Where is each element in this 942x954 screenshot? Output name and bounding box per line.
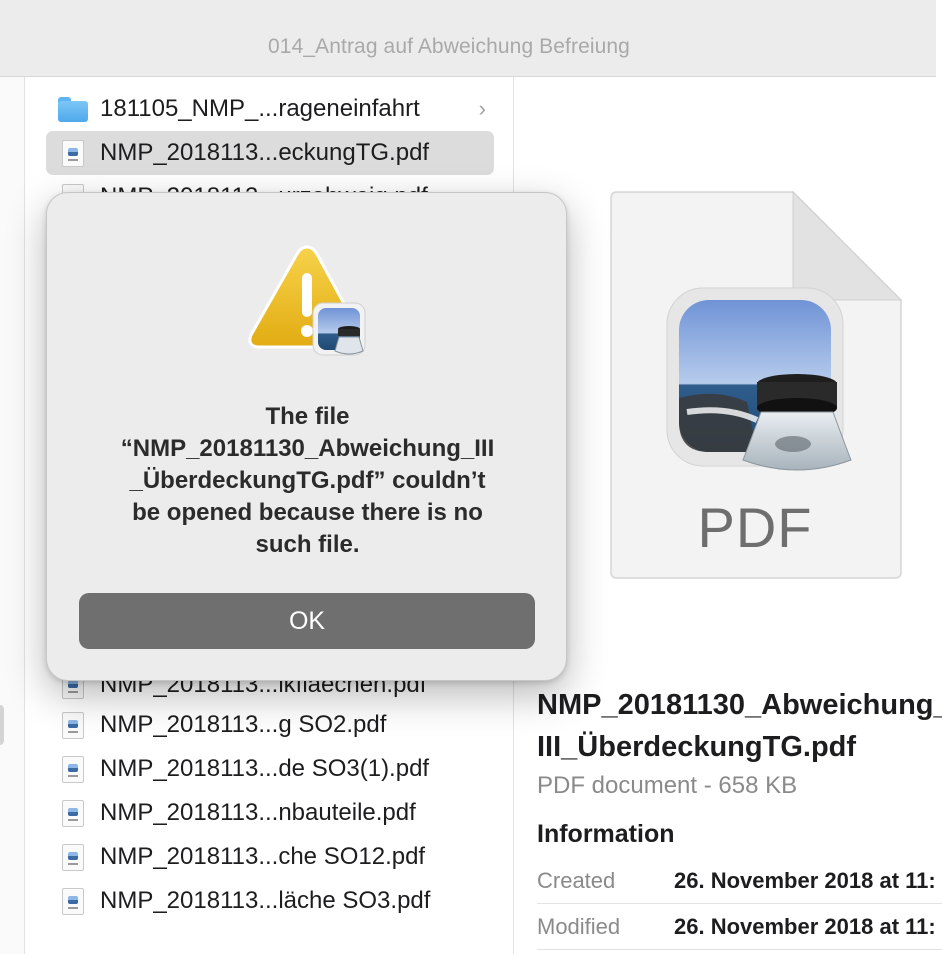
alert-message: The file “NMP_20181130_Abweichung_III _Ü… <box>77 401 538 561</box>
file-name: NMP_2018113...nbauteile.pdf <box>100 799 416 826</box>
file-name: NMP_2018113...eckungTG.pdf <box>100 139 430 166</box>
pdf-document-icon <box>46 835 100 879</box>
pdf-document-icon <box>46 747 100 791</box>
file-row[interactable]: NMP_2018113...che SO12.pdf <box>46 835 494 879</box>
file-row[interactable]: NMP_2018113...läche SO3.pdf <box>46 879 494 923</box>
alert-message-line: The file <box>265 403 350 430</box>
file-name: NMP_2018113...läche SO3.pdf <box>100 887 431 914</box>
file-row-selected[interactable]: NMP_2018113...eckungTG.pdf <box>46 131 494 175</box>
pdf-document-icon <box>46 703 100 747</box>
file-row[interactable]: NMP_2018113...nbauteile.pdf <box>46 791 494 835</box>
preview-filename-line2: III_ÜberdeckungTG.pdf <box>537 731 857 763</box>
error-alert-dialog: The file “NMP_20181130_Abweichung_III _Ü… <box>46 192 567 681</box>
info-divider <box>537 949 942 950</box>
file-name: NMP_2018113...che SO12.pdf <box>100 843 426 870</box>
pdf-document-icon <box>46 791 100 835</box>
info-value: 26. November 2018 at 11: <box>674 868 936 893</box>
chevron-right-icon: › <box>478 96 486 121</box>
window-title: 014_Antrag auf Abweichung Befreiung <box>268 35 630 58</box>
folder-icon <box>46 87 100 131</box>
alert-message-line: be opened because there is no <box>132 499 483 526</box>
caution-icon <box>247 243 369 361</box>
file-name: NMP_2018113...g SO2.pdf <box>100 711 387 738</box>
pdf-icon-label: PDF <box>697 496 813 559</box>
previous-column[interactable] <box>0 77 25 954</box>
file-row[interactable]: NMP_2018113...de SO3(1).pdf <box>46 747 494 791</box>
alert-message-line: “NMP_20181130_Abweichung_III <box>120 435 495 462</box>
preview-filename-line1: NMP_20181130_Abweichung_ <box>537 689 942 721</box>
pdf-document-icon <box>46 131 100 175</box>
alert-message-line: _ÜberdeckungTG.pdf” couldn’t <box>129 467 486 494</box>
alert-message-line: such file. <box>255 531 360 558</box>
file-name: NMP_2018113...urzahweig.pdf <box>100 175 428 193</box>
info-row-created: Created 26. November 2018 at 11: <box>537 858 942 904</box>
file-name: NMP_2018113...de SO3(1).pdf <box>100 755 430 782</box>
window-titlebar: 014_Antrag auf Abweichung Befreiung <box>0 0 942 77</box>
preview-filename: NMP_20181130_Abweichung_ III_Überdeckung… <box>537 684 942 768</box>
info-value: 26. November 2018 at 11: <box>674 914 936 939</box>
previous-column-selection <box>0 705 4 745</box>
file-row-folder[interactable]: 181105_NMP_...rageneinfahrt › <box>46 87 494 131</box>
preview-kind-size: PDF document - 658 KB <box>537 772 798 799</box>
info-row-modified: Modified 26. November 2018 at 11: <box>537 904 942 950</box>
pdf-document-icon <box>46 879 100 923</box>
info-key: Modified <box>537 914 621 939</box>
file-name: 181105_NMP_...rageneinfahrt <box>100 95 420 122</box>
titlebar-edge <box>936 0 942 77</box>
information-heading: Information <box>537 820 675 848</box>
pdf-document-icon <box>46 175 100 193</box>
file-row[interactable]: NMP_2018113...g SO2.pdf <box>46 703 494 747</box>
ok-button[interactable]: OK <box>79 593 535 649</box>
file-row-hidden[interactable]: NMP_2018113...urzahweig.pdf <box>46 175 494 193</box>
info-key: Created <box>537 868 616 893</box>
